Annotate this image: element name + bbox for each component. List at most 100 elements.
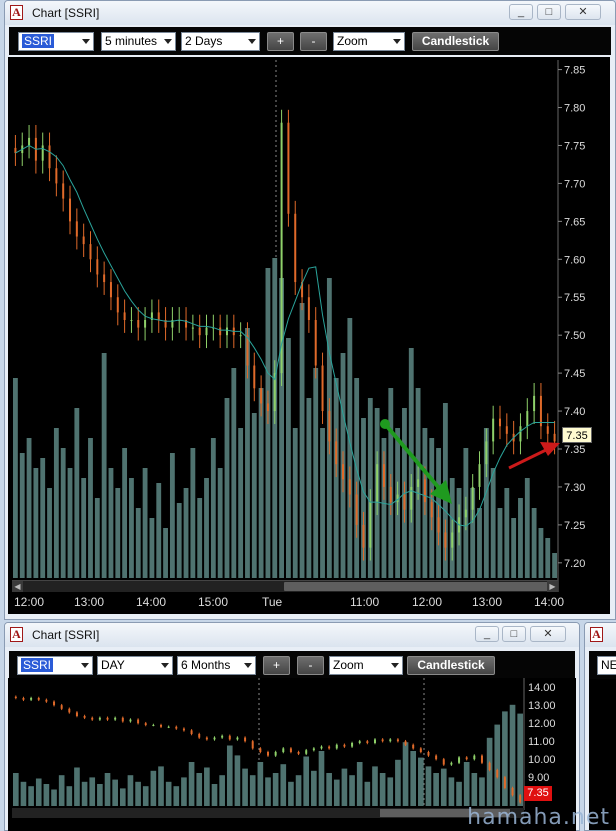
last-price-label: 7.35 [524,786,552,801]
volume-bar [150,770,157,806]
candle [75,712,78,716]
candle [37,698,40,700]
candle [503,777,506,788]
candle [68,708,71,713]
candle [312,748,315,751]
volume-bar [440,768,447,806]
candle [213,737,216,740]
candle [519,795,522,803]
candle [221,735,224,738]
candle [488,762,491,770]
candle [30,698,33,700]
volume-bar [135,781,141,806]
candle [389,739,392,742]
volume-bar [51,789,57,806]
volume-bar [249,775,256,806]
volume-bar [356,762,363,806]
volume-bar [142,786,149,806]
volume-bar [410,751,417,806]
volume-bar [463,762,470,806]
candle [22,698,25,700]
candle [496,770,499,778]
volume-bar [89,777,96,806]
candle [373,739,376,743]
volume-bar [211,784,218,806]
volume-bar [66,786,73,806]
candle [98,717,101,720]
volume-bar [35,778,42,806]
volume-bar [295,775,302,806]
volume-bar [204,767,210,806]
volume-bar [158,766,164,806]
volume-bar [173,786,180,806]
title-bar[interactable]: A [585,623,616,647]
candle [274,752,277,756]
price-tick-label: 10.00 [528,754,556,766]
candle [152,725,155,726]
candle [259,748,262,752]
volume-bar [341,768,348,806]
volume-bar [349,775,355,806]
volume-bar [104,773,111,806]
price-tick-label: 12.00 [528,718,556,730]
volume-bar [280,764,287,806]
volume-bar [395,759,401,806]
candle [190,730,193,734]
candle [129,719,132,722]
candle [396,739,399,742]
candle [412,744,415,749]
candle [91,717,94,720]
volume-bar [418,757,424,806]
candle [251,741,254,749]
candle [320,746,323,749]
daily-chart-svg: 14.0013.0012.0011.0010.009.008.00 [12,678,556,818]
volume-bar [311,770,317,806]
candle [305,750,308,754]
candle [160,725,163,727]
volume-bar [28,786,34,806]
candle [106,717,109,720]
volume-bar [97,784,103,806]
candle [473,755,476,760]
candle [366,741,369,743]
volume-bar [234,755,241,806]
watermark: hamaha.net [467,805,610,830]
candle [358,741,361,743]
candle [297,752,300,754]
volume-bar [425,766,432,806]
volume-bar [387,777,394,806]
candle [167,726,170,728]
volume-bar [196,773,203,806]
candle [381,739,384,742]
symbol-select[interactable]: NE [597,656,616,675]
candle [435,755,438,760]
candle [205,737,208,740]
candle [114,717,117,720]
volume-bar [326,773,332,806]
volume-bar [448,777,455,806]
candle [335,744,338,749]
volume-bar [81,781,88,806]
volume-bar [127,775,134,806]
volume-bar [303,756,310,806]
candle [465,757,468,760]
app-icon: A [590,627,603,642]
volume-bar [502,711,508,806]
volume-bar [364,781,371,806]
volume-bar [471,773,478,806]
volume-bar [181,777,187,806]
symbol-value: NE [601,658,616,672]
volume-bar [58,775,65,806]
candle [53,701,56,706]
volume-bar [13,773,19,806]
volume-bar [43,784,50,806]
candle [419,748,422,752]
candle [343,744,346,747]
candle [45,699,48,702]
volume-bar [226,745,233,806]
volume-bar [333,779,340,806]
volume-bar [188,762,195,806]
volume-bar [242,768,248,806]
price-tick-label: 13.00 [528,700,556,712]
volume-bar [74,767,80,806]
